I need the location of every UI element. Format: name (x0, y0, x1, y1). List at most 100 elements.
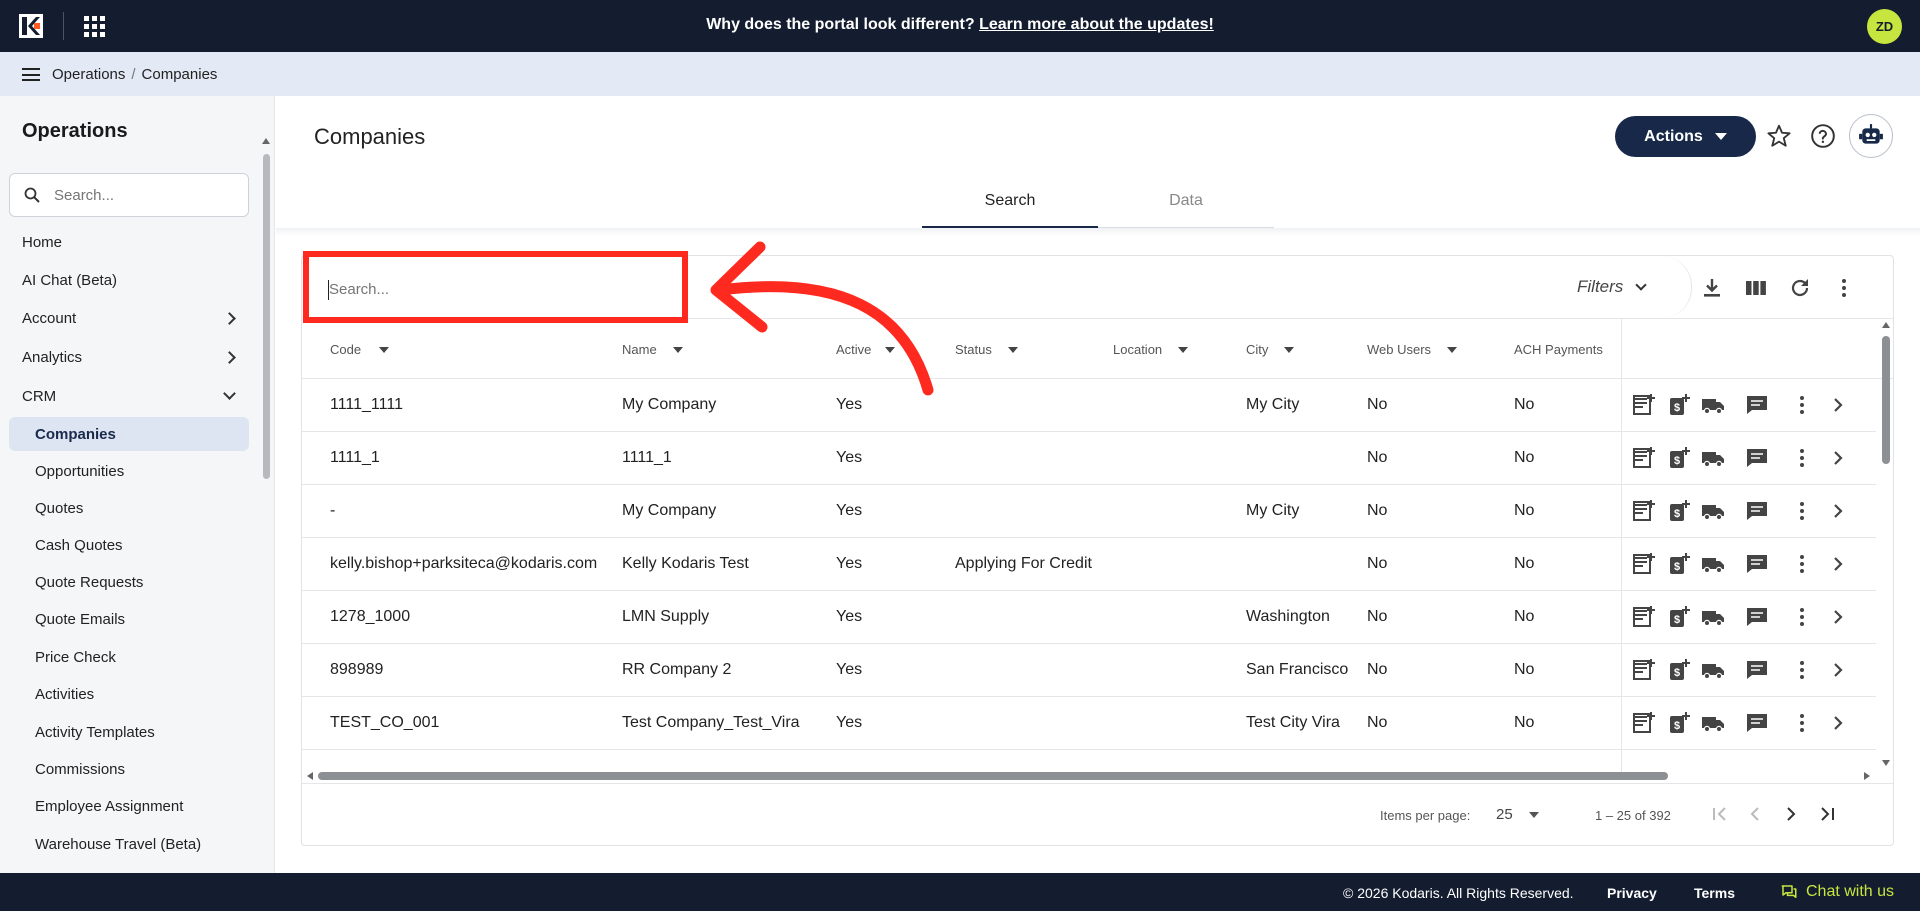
chat-with-us-button[interactable]: Chat with us (1780, 883, 1894, 901)
sidebar-scrollbar[interactable] (262, 138, 271, 842)
filters-button[interactable]: Filters (1577, 271, 1665, 303)
more-vert-icon[interactable] (1790, 605, 1814, 629)
sidebar-item-companies[interactable]: Companies (35, 426, 116, 443)
chevron-right-icon[interactable] (1826, 605, 1850, 629)
sidebar-item-opportunities[interactable]: Opportunities (35, 463, 124, 480)
table-row[interactable]: kelly.bishop+parksiteca@kodaris.com Kelly… (302, 538, 1876, 591)
chevron-right-icon[interactable] (1826, 711, 1850, 735)
tab-search[interactable]: Search (922, 180, 1098, 228)
next-page-icon[interactable] (1779, 802, 1803, 826)
chevron-right-icon[interactable] (1826, 552, 1850, 576)
shipping-icon[interactable] (1701, 552, 1725, 576)
comment-icon[interactable] (1745, 499, 1769, 523)
breadcrumb-operations[interactable]: Operations (52, 66, 125, 83)
sidebar-item-cash-quotes[interactable]: Cash Quotes (35, 537, 123, 554)
comment-icon[interactable] (1745, 552, 1769, 576)
chevron-right-icon[interactable] (1826, 393, 1850, 417)
comment-icon[interactable] (1745, 446, 1769, 470)
add-note-icon[interactable] (1632, 393, 1656, 417)
comment-icon[interactable] (1745, 605, 1769, 629)
sidebar-item-quotes[interactable]: Quotes (35, 500, 83, 517)
download-icon[interactable] (1700, 276, 1724, 300)
horizontal-scroll-thumb[interactable] (318, 772, 1668, 780)
sidebar-item-ai-chat[interactable]: AI Chat (Beta) (22, 272, 117, 289)
add-note-icon[interactable] (1632, 711, 1656, 735)
banner-link[interactable]: Learn more about the updates! (979, 16, 1214, 33)
table-row[interactable]: 898989 RR Company 2 Yes San Francisco No No $ (302, 644, 1876, 697)
add-note-icon[interactable] (1632, 605, 1656, 629)
scroll-up-icon[interactable] (262, 138, 270, 144)
more-vert-icon[interactable] (1790, 658, 1814, 682)
column-header-status[interactable]: Status (955, 342, 1018, 357)
chevron-right-icon[interactable] (1826, 446, 1850, 470)
table-horizontal-scrollbar[interactable] (302, 769, 1878, 783)
price-icon[interactable]: $ (1667, 605, 1691, 629)
more-vert-icon[interactable] (1790, 393, 1814, 417)
column-header-city[interactable]: City (1246, 342, 1295, 357)
comment-icon[interactable] (1745, 711, 1769, 735)
price-icon[interactable]: $ (1667, 393, 1691, 417)
sidebar-item-price-check[interactable]: Price Check (35, 649, 116, 666)
table-row[interactable]: 1111_1111 My Company Yes My City No No $ (302, 379, 1876, 432)
sidebar-item-quote-emails[interactable]: Quote Emails (35, 611, 125, 628)
assistant-bot-button[interactable] (1849, 114, 1893, 158)
shipping-icon[interactable] (1701, 658, 1725, 682)
sidebar-item-home[interactable]: Home (22, 234, 62, 251)
scroll-up-icon[interactable] (1882, 322, 1890, 328)
sidebar-item-account[interactable]: Account (22, 310, 240, 327)
help-icon[interactable] (1810, 123, 1836, 149)
star-icon[interactable] (1766, 123, 1792, 149)
scroll-left-icon[interactable] (307, 772, 313, 780)
tab-data[interactable]: Data (1098, 180, 1274, 228)
column-header-name[interactable]: Name (622, 342, 683, 357)
refresh-icon[interactable] (1788, 276, 1812, 300)
shipping-icon[interactable] (1701, 605, 1725, 629)
table-row[interactable]: 1111_1 1111_1 Yes No No $ (302, 432, 1876, 485)
more-vert-icon[interactable] (1790, 446, 1814, 470)
sidebar-item-warehouse-travel[interactable]: Warehouse Travel (Beta) (35, 836, 201, 853)
more-vert-icon[interactable] (1790, 499, 1814, 523)
column-header-web-users[interactable]: Web Users (1367, 342, 1458, 357)
shipping-icon[interactable] (1701, 711, 1725, 735)
add-note-icon[interactable] (1632, 446, 1656, 470)
sidebar-scroll-thumb[interactable] (263, 154, 270, 479)
previous-page-icon[interactable] (1743, 802, 1767, 826)
table-row[interactable]: 1278_1000 LMN Supply Yes Washington No No $ (302, 591, 1876, 644)
add-note-icon[interactable] (1632, 658, 1656, 682)
first-page-icon[interactable] (1708, 802, 1732, 826)
chevron-right-icon[interactable] (1826, 658, 1850, 682)
comment-icon[interactable] (1745, 393, 1769, 417)
vertical-scroll-thumb[interactable] (1882, 336, 1890, 464)
shipping-icon[interactable] (1701, 446, 1725, 470)
chevron-right-icon[interactable] (1826, 499, 1850, 523)
comment-icon[interactable] (1745, 658, 1769, 682)
table-vertical-scrollbar[interactable] (1878, 318, 1893, 770)
column-header-location[interactable]: Location (1113, 342, 1189, 357)
sidebar-item-commissions[interactable]: Commissions (35, 761, 125, 778)
price-icon[interactable]: $ (1667, 499, 1691, 523)
columns-icon[interactable] (1744, 276, 1768, 300)
column-header-code[interactable]: Code (330, 342, 390, 357)
add-note-icon[interactable] (1632, 499, 1656, 523)
sidebar-item-activity-templates[interactable]: Activity Templates (35, 724, 155, 741)
more-vert-icon[interactable] (1790, 711, 1814, 735)
scroll-down-icon[interactable] (1882, 760, 1890, 766)
price-icon[interactable]: $ (1667, 446, 1691, 470)
more-vert-icon[interactable] (1832, 276, 1856, 300)
price-icon[interactable]: $ (1667, 711, 1691, 735)
add-note-icon[interactable] (1632, 552, 1656, 576)
table-row[interactable]: TEST_CO_001 Test Company_Test_Vira Yes Test… (302, 697, 1876, 750)
sidebar-search-input[interactable] (54, 186, 234, 204)
actions-button[interactable]: Actions (1615, 116, 1756, 157)
price-icon[interactable]: $ (1667, 658, 1691, 682)
column-header-ach-payments[interactable]: ACH Payments (1514, 342, 1603, 357)
sidebar-item-analytics[interactable]: Analytics (22, 349, 240, 366)
sidebar-search[interactable] (9, 173, 249, 217)
sidebar-item-activities[interactable]: Activities (35, 686, 94, 703)
last-page-icon[interactable] (1815, 802, 1839, 826)
items-per-page-select[interactable]: 25 (1496, 806, 1539, 823)
terms-link[interactable]: Terms (1694, 885, 1735, 901)
table-row[interactable]: - My Company Yes My City No No $ (302, 485, 1876, 538)
menu-icon[interactable] (22, 68, 40, 81)
shipping-icon[interactable] (1701, 499, 1725, 523)
